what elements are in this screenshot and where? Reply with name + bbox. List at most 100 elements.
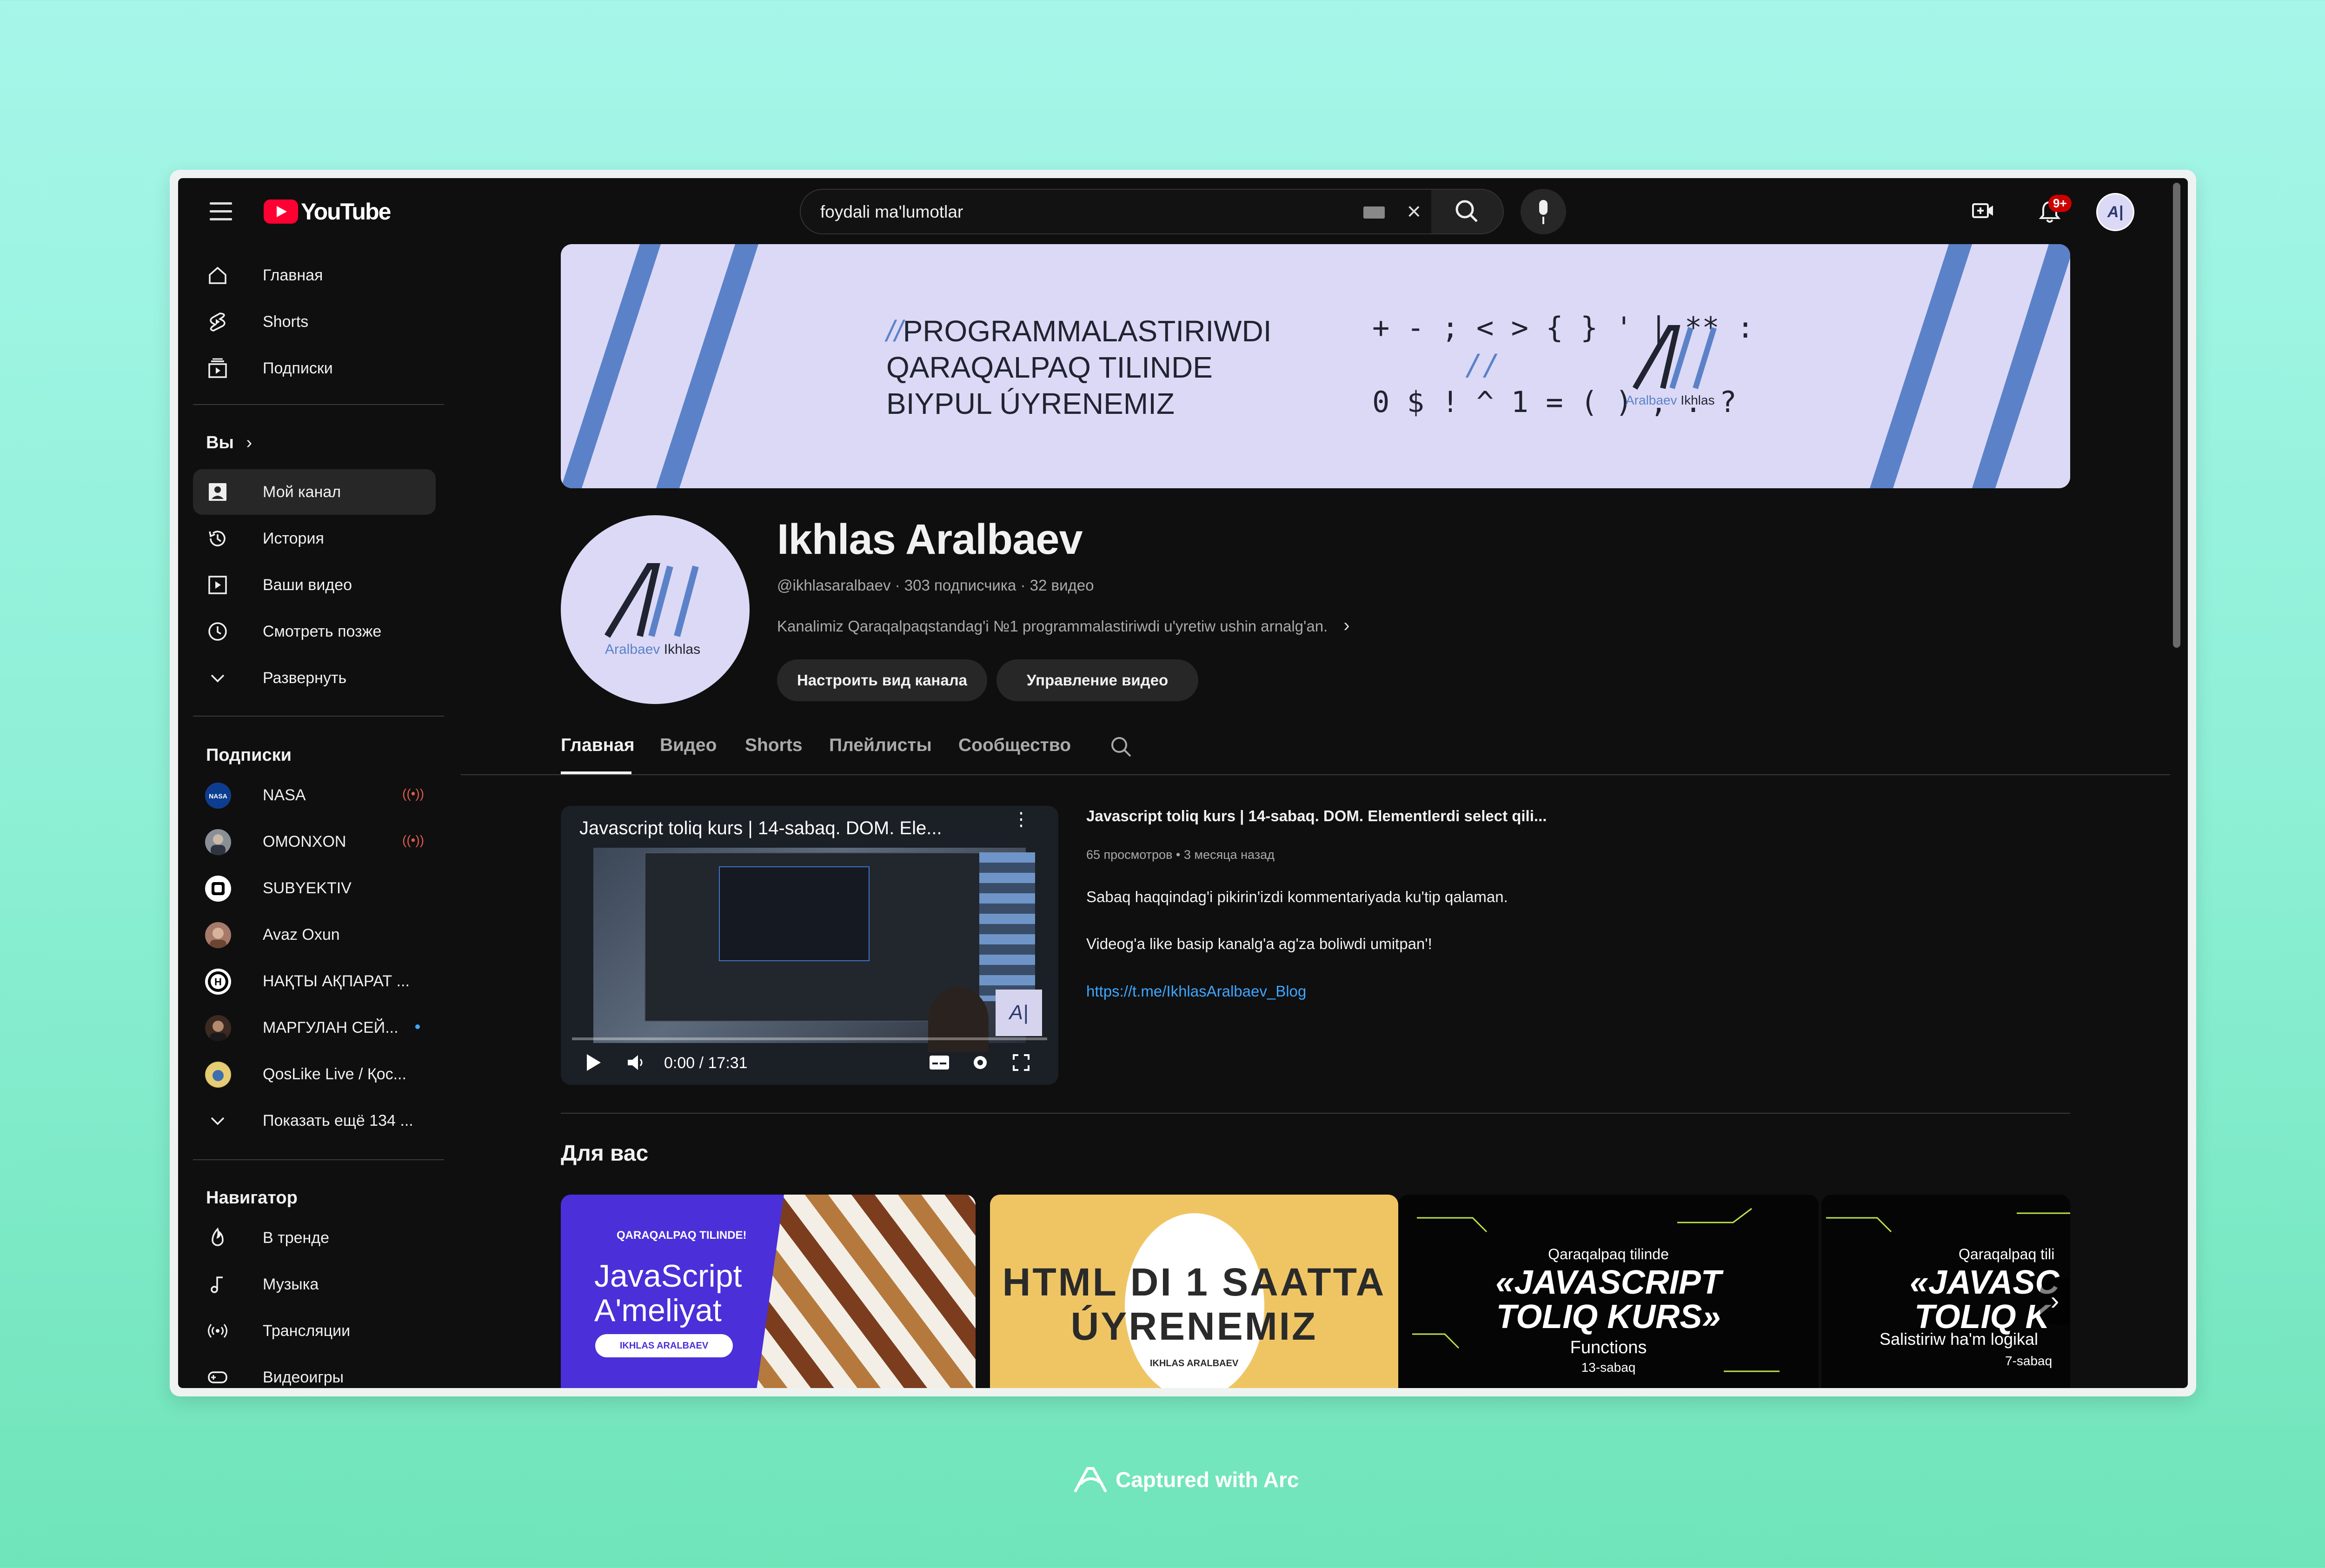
subtitles-icon[interactable]: [928, 1053, 950, 1072]
card4-lesson: 7-sabaq: [2005, 1354, 2053, 1368]
featured-video-title[interactable]: Javascript toliq kurs | 14-sabaq. DOM. E…: [1086, 807, 1547, 825]
player-logo: A|: [996, 990, 1042, 1036]
search-button[interactable]: [1431, 189, 1504, 234]
watch-later-icon: [208, 622, 227, 641]
channel-description[interactable]: Kanalimiz Qaraqalpaqstandag'i №1 program…: [777, 615, 1350, 636]
banner-line2: QARAQALPAQ TILINDE: [886, 351, 1213, 384]
sidebar-item-your-videos[interactable]: Ваши видео: [193, 562, 436, 608]
shorts-icon: [210, 312, 226, 332]
tab-home[interactable]: Главная: [561, 735, 635, 756]
sidebar-item-my-channel[interactable]: Мой канал: [193, 469, 436, 515]
tab-shorts[interactable]: Shorts: [745, 735, 803, 756]
featured-video-player[interactable]: A| Javascript toliq kurs | 14-sabaq. DOM…: [561, 806, 1058, 1085]
channel-description-text: Kanalimiz Qaraqalpaqstandag'i №1 program…: [777, 618, 1328, 635]
volume-icon[interactable]: [626, 1053, 646, 1072]
subscription-item-nakty-akparat[interactable]: H НАҚТЫ АҚПАРАТ ...: [193, 958, 436, 1004]
card3-title2: TOLIQ KURS»: [1496, 1298, 1721, 1335]
sidebar-label: В тренде: [263, 1229, 330, 1247]
page-scrollbar[interactable]: [2173, 183, 2180, 648]
tab-videos[interactable]: Видео: [660, 735, 717, 756]
banner-logo-sub1: Aralbaev: [1626, 393, 1677, 407]
sidebar-label: Музыка: [263, 1276, 319, 1293]
account-avatar[interactable]: A|: [2096, 193, 2134, 231]
sidebar-label: Трансляции: [263, 1322, 351, 1340]
channel-meta: @ikhlasaralbaev · 303 подписчика · 32 ви…: [777, 577, 1094, 594]
subscription-item-omonxon[interactable]: OMONXON ((•)): [193, 819, 436, 864]
youtube-window: YouTube × 9+ A| Главная Shorts Подписки …: [178, 178, 2188, 1388]
video-card-javascript-functions[interactable]: Qaraqalpaq tilinde «JAVASCRIPT TOLIQ KUR…: [1398, 1195, 1819, 1388]
carousel-next-button[interactable]: ›: [2040, 1278, 2070, 1325]
manage-videos-button[interactable]: Управление видео: [996, 659, 1198, 701]
search-box[interactable]: ×: [800, 189, 1432, 234]
live-icon: ((•)): [402, 833, 425, 847]
sidebar-item-trending[interactable]: В тренде: [193, 1215, 436, 1261]
youtube-logo[interactable]: YouTube: [264, 198, 391, 226]
sidebar-divider: [193, 1159, 444, 1160]
sidebar-item-home[interactable]: Главная: [193, 252, 436, 298]
subscription-name: МАРГУЛАН СЕЙ...: [263, 1019, 399, 1036]
presenter-thumbnail: [928, 987, 989, 1052]
channel-banner: //PROGRAMMALASTIRIWDI QARAQALPAQ TILINDE…: [561, 244, 2070, 488]
you-section-heading[interactable]: Вы ›: [206, 433, 252, 453]
music-icon: [211, 1276, 223, 1293]
card2-tag: IKHLAS ARALBAEV: [1149, 1358, 1239, 1369]
sidebar-item-expand[interactable]: Развернуть: [193, 655, 436, 701]
sidebar-label: Смотреть позже: [263, 623, 382, 640]
fullscreen-icon[interactable]: [1012, 1053, 1030, 1072]
channel-avatar-large[interactable]: Aralbaev Ikhlas: [561, 515, 750, 704]
subscription-item-subyektiv[interactable]: SUBYEKTIV: [193, 865, 436, 911]
channel-search-icon[interactable]: [1108, 734, 1134, 760]
sidebar-item-music[interactable]: Музыка: [193, 1262, 436, 1307]
history-icon: [209, 531, 226, 546]
progress-track[interactable]: [572, 1037, 1047, 1040]
show-more-subscriptions[interactable]: Показать ещё 134 ...: [193, 1098, 436, 1143]
subscription-item-avaz-oxun[interactable]: Avaz Oxun: [193, 912, 436, 957]
chevron-right-icon: ›: [1343, 615, 1350, 636]
notifications-badge: 9+: [2048, 195, 2072, 212]
video-card-html-1-saatta[interactable]: HTML DI 1 SAATTA ÚYRENEMIZ IKHLAS ARALBA…: [990, 1195, 1398, 1388]
sidebar-label: Ваши видео: [263, 576, 352, 594]
card1-tag: IKHLAS ARALBAEV: [595, 1334, 733, 1357]
player-sidepanel: [979, 852, 1035, 1001]
sidebar-divider: [193, 404, 444, 405]
sidebar-label: Подписки: [263, 359, 333, 377]
keyboard-icon[interactable]: [1363, 206, 1385, 219]
settings-icon[interactable]: [970, 1052, 990, 1073]
sidebar-item-history[interactable]: История: [193, 516, 436, 561]
sidebar-label: Shorts: [263, 313, 309, 331]
live-icon: [208, 1324, 227, 1338]
play-icon[interactable]: [584, 1052, 603, 1073]
sidebar-label: История: [263, 530, 324, 547]
sidebar-item-gaming[interactable]: Видеоигры: [193, 1355, 436, 1388]
clear-search-icon[interactable]: ×: [1407, 199, 1421, 224]
svg-text:NASA: NASA: [209, 792, 227, 800]
sidebar-item-watch-later[interactable]: Смотреть позже: [193, 609, 436, 654]
channel-avatar: [205, 1062, 231, 1088]
customize-channel-button[interactable]: Настроить вид канала: [777, 659, 987, 701]
telegram-link[interactable]: https://t.me/IkhlasAralbaev_Blog: [1086, 983, 1306, 1000]
tab-community[interactable]: Сообщество: [958, 735, 1071, 756]
menu-icon[interactable]: [210, 202, 232, 221]
sidebar-item-subscriptions[interactable]: Подписки: [193, 345, 436, 391]
sidebar-label: Мой канал: [263, 483, 341, 501]
channel-avatar: [205, 1015, 231, 1041]
channel-avatar: NASA: [205, 783, 231, 809]
tab-playlists[interactable]: Плейлисты: [829, 735, 932, 756]
video-card-javascript-ameliyat[interactable]: QARAQALPAQ TILINDE! JavaScript A'meliyat…: [561, 1195, 976, 1388]
card3-sub: Functions: [1570, 1338, 1647, 1357]
subscription-item-qoslike[interactable]: QosLike Live / Қос...: [193, 1051, 436, 1097]
video-card-javascript-logical[interactable]: Qaraqalpaq tili «JAVASC TOLIQ K Salistir…: [1821, 1195, 2070, 1388]
search-input[interactable]: [819, 190, 1286, 234]
subscription-item-nasa[interactable]: NASA NASA ((•)): [193, 772, 436, 818]
subscription-item-margulan[interactable]: МАРГУЛАН СЕЙ...: [193, 1005, 436, 1050]
captured-with-arc: Captured with Arc: [1072, 1465, 1299, 1495]
subscription-name: NASA: [263, 786, 306, 804]
banner-text: //PROGRAMMALASTIRIWDI QARAQALPAQ TILINDE…: [886, 313, 1272, 422]
avatar-sub1: Aralbaev: [605, 642, 660, 657]
sidebar-item-shorts[interactable]: Shorts: [193, 299, 436, 345]
create-video-icon[interactable]: [1972, 199, 1995, 223]
sidebar-item-live[interactable]: Трансляции: [193, 1308, 436, 1354]
more-options-icon[interactable]: ⋮: [1012, 810, 1030, 829]
voice-search-button[interactable]: [1521, 189, 1566, 234]
card1-top: QARAQALPAQ TILINDE!: [617, 1229, 747, 1242]
